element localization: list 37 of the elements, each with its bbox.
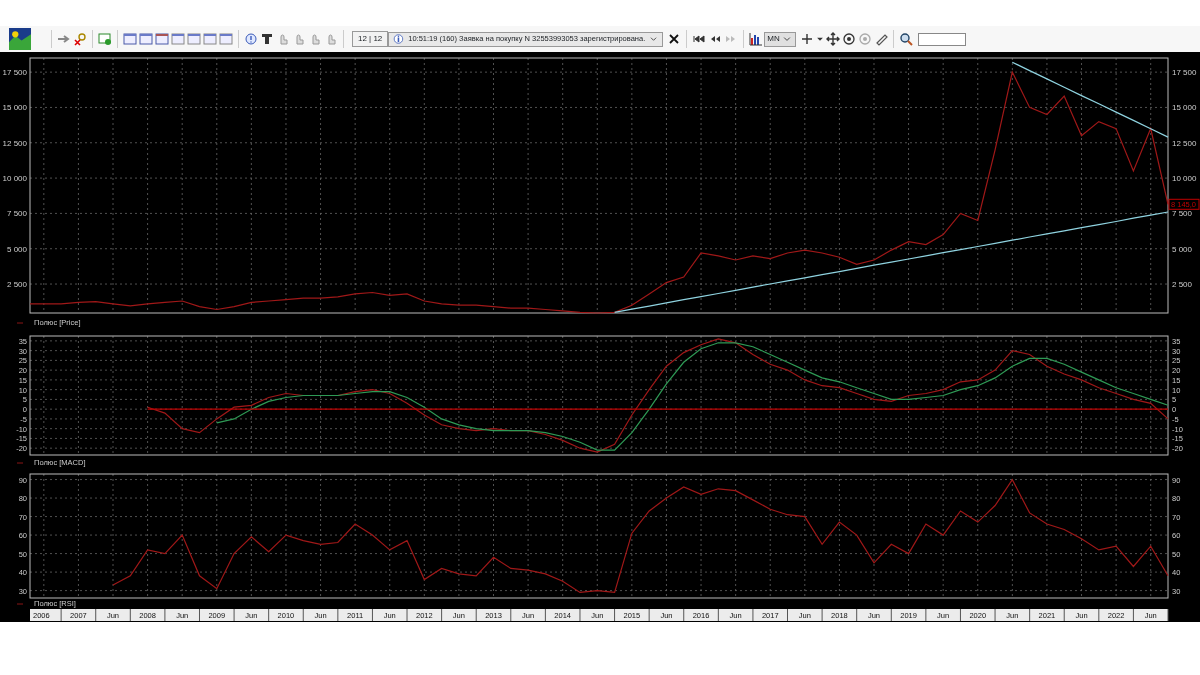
- move-icon[interactable]: [826, 32, 841, 46]
- close-icon[interactable]: [667, 32, 682, 46]
- axis-label: 7 500: [6, 209, 27, 219]
- logo-icon: [7, 28, 33, 50]
- legend-swatch-icon: [15, 460, 25, 466]
- ruler-icon[interactable]: [874, 32, 889, 46]
- axis-label: 5 000: [1172, 244, 1193, 254]
- plus-icon[interactable]: [800, 32, 815, 46]
- legend-swatch-icon: [15, 320, 25, 326]
- interval-select[interactable]: MN: [764, 31, 797, 47]
- add-window-icon[interactable]: [98, 32, 112, 46]
- axis-label: 10 000: [1172, 174, 1197, 184]
- axis-label: 15 000: [1172, 103, 1197, 113]
- axis-label: 12 500: [1172, 138, 1197, 148]
- axis-label: 15 000: [2, 103, 27, 113]
- axis-label: 17 500: [1172, 68, 1197, 78]
- window-icon[interactable]: [219, 32, 233, 46]
- axis-label: 7 500: [1172, 209, 1193, 219]
- arrow-icon[interactable]: [57, 32, 71, 46]
- axis-label: 17 500: [2, 68, 27, 78]
- bar-chart-icon[interactable]: [749, 32, 764, 46]
- first-icon[interactable]: [692, 32, 707, 46]
- delete-icon[interactable]: [73, 32, 87, 46]
- text-icon[interactable]: [260, 32, 274, 46]
- counter: 12 | 12: [352, 31, 389, 47]
- axis-label: 2 500: [6, 280, 27, 290]
- alert-icon[interactable]: [244, 32, 258, 46]
- axis-label: 12 500: [2, 138, 27, 148]
- search-field[interactable]: [918, 32, 967, 46]
- target-icon[interactable]: [842, 32, 857, 46]
- search-icon[interactable]: [899, 32, 914, 46]
- window-icon[interactable]: [123, 32, 137, 46]
- info-icon: [393, 32, 405, 46]
- axis-label: 2 500: [1172, 280, 1193, 290]
- axis-label: 5 000: [6, 244, 27, 254]
- legend-swatch-icon: [15, 601, 25, 607]
- axis-label: 10 000: [2, 174, 27, 184]
